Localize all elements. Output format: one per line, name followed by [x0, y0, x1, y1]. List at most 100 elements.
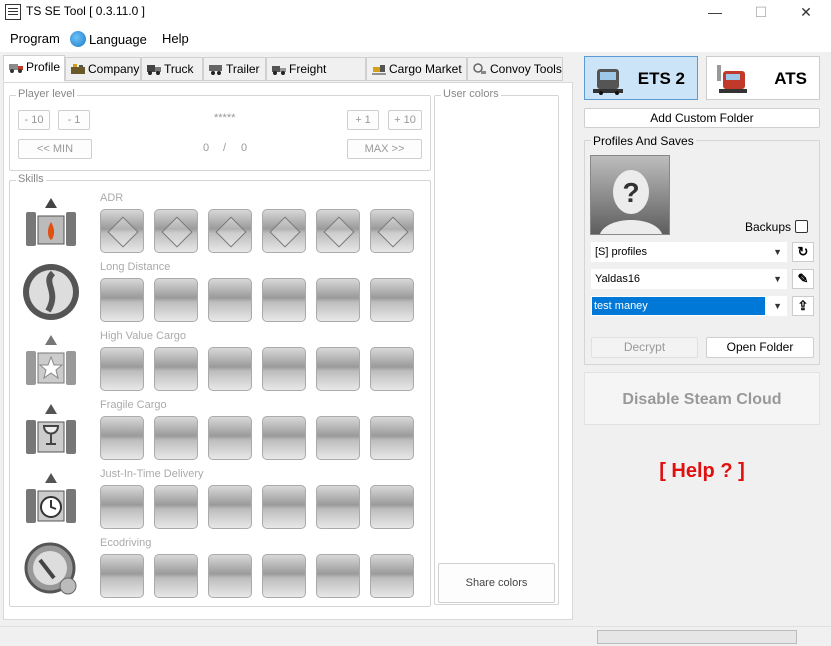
tab-truck[interactable]: Truck: [141, 57, 203, 81]
skill-level-cell[interactable]: [316, 209, 360, 253]
profile-value: Yaldas16: [595, 273, 641, 285]
skill-level-cell[interactable]: [316, 554, 360, 598]
ecodriving-skill-icon: [24, 542, 77, 595]
save-select[interactable]: test maney ▼: [591, 296, 787, 316]
status-bar: [0, 626, 831, 646]
skill-level-cell[interactable]: [316, 278, 360, 322]
edit-profile-button[interactable]: ✎: [792, 269, 814, 289]
player-level-label: Player level: [16, 88, 77, 100]
disable-steam-cloud-button[interactable]: Disable Steam Cloud: [584, 372, 820, 425]
close-button[interactable]: ✕: [783, 0, 829, 25]
add-custom-folder-button[interactable]: Add Custom Folder: [584, 108, 820, 128]
skill-level-cell[interactable]: [316, 416, 360, 460]
skill-level-cell[interactable]: [154, 554, 198, 598]
menu-language-label: Language: [89, 32, 147, 47]
skills-group: Skills ADR Long Distance High Value Carg…: [9, 173, 431, 607]
skill-level-cell[interactable]: [208, 209, 252, 253]
skill-level-cell[interactable]: [262, 416, 306, 460]
tab-trailer[interactable]: Trailer: [203, 57, 266, 81]
skill-level-cell[interactable]: [370, 209, 414, 253]
backups-checkbox[interactable]: [795, 220, 808, 233]
skill-level-cell[interactable]: [154, 209, 198, 253]
long-distance-skill-icon: [23, 264, 79, 320]
fragile-cargo-skill-icon: [26, 404, 76, 454]
level-min-button[interactable]: << MIN: [18, 139, 92, 159]
skill-level-cell[interactable]: [370, 554, 414, 598]
user-colors-label: User colors: [441, 88, 501, 100]
chevron-down-icon: ▼: [773, 301, 782, 311]
company-icon: [71, 64, 85, 74]
tab-convoy-tools[interactable]: Convoy Tools: [467, 57, 563, 81]
skill-level-cell[interactable]: [100, 347, 144, 391]
skill-level-cell[interactable]: [208, 416, 252, 460]
refresh-button[interactable]: ↻: [792, 242, 814, 262]
skill-level-cell[interactable]: [100, 416, 144, 460]
menu-help[interactable]: Help: [162, 31, 189, 46]
level-plus-1-button[interactable]: + 1: [347, 110, 379, 130]
truck-icon: [147, 65, 161, 75]
profile-select[interactable]: Yaldas16 ▼: [591, 269, 787, 289]
level-stars: *****: [214, 112, 236, 124]
skill-title-fragile-cargo: Fragile Cargo: [100, 399, 167, 411]
help-link[interactable]: [ Help ? ]: [584, 460, 820, 483]
skill-level-cell[interactable]: [208, 347, 252, 391]
share-colors-button[interactable]: Share colors: [438, 563, 555, 603]
profiles-and-saves-label: Profiles And Saves: [591, 134, 696, 148]
app-icon: [5, 4, 21, 20]
skill-level-cell[interactable]: [208, 278, 252, 322]
minimize-button[interactable]: —: [692, 0, 738, 25]
menu-language[interactable]: Language: [70, 31, 147, 47]
skill-level-cell[interactable]: [100, 554, 144, 598]
skill-level-cell[interactable]: [262, 554, 306, 598]
chevron-down-icon: ▼: [773, 247, 782, 257]
menu-program[interactable]: Program: [10, 31, 60, 46]
level-minus-1-button[interactable]: - 1: [58, 110, 90, 130]
skill-level-cell[interactable]: [262, 485, 306, 529]
skill-level-cell[interactable]: [316, 347, 360, 391]
tab-company[interactable]: Company: [65, 57, 141, 81]
maximize-button[interactable]: ☐: [738, 0, 784, 25]
skill-level-cell[interactable]: [370, 416, 414, 460]
level-minus-10-button[interactable]: - 10: [18, 110, 50, 130]
export-save-button[interactable]: ⇪: [792, 296, 814, 316]
skill-level-cell[interactable]: [208, 485, 252, 529]
skill-level-cell[interactable]: [154, 278, 198, 322]
tab-label: Truck: [164, 62, 194, 76]
skill-level-cell[interactable]: [154, 416, 198, 460]
tab-cargo-market[interactable]: Cargo Market: [366, 57, 467, 81]
tab-freight-market[interactable]: Freight Market: [266, 57, 366, 98]
globe-icon: [70, 31, 86, 47]
tab-label: Profile: [26, 60, 61, 74]
skill-level-cell[interactable]: [370, 485, 414, 529]
skill-level-cell[interactable]: [100, 209, 144, 253]
level-max-button[interactable]: MAX >>: [347, 139, 422, 159]
skill-level-cell[interactable]: [154, 485, 198, 529]
skill-level-cell[interactable]: [154, 347, 198, 391]
skill-level-cell[interactable]: [262, 209, 306, 253]
skill-title-long-distance: Long Distance: [100, 261, 171, 273]
chevron-down-icon: ▼: [773, 274, 782, 284]
high-value-cargo-skill-icon: [26, 335, 76, 385]
adr-skill-icon: [26, 198, 76, 246]
ets2-game-button[interactable]: ETS 2: [584, 56, 698, 100]
skill-level-cell[interactable]: [370, 278, 414, 322]
skill-level-cell[interactable]: [316, 485, 360, 529]
edit-icon: ✎: [797, 271, 809, 286]
level-plus-10-button[interactable]: + 10: [388, 110, 422, 130]
tab-profile[interactable]: Profile: [3, 55, 65, 82]
skill-level-cell[interactable]: [370, 347, 414, 391]
xp-current: 0: [203, 142, 210, 154]
skill-level-cell[interactable]: [208, 554, 252, 598]
progress-bar: [597, 630, 797, 644]
skill-title-ecodriving: Ecodriving: [100, 537, 152, 549]
skill-level-cell[interactable]: [100, 278, 144, 322]
skill-level-cell[interactable]: [262, 278, 306, 322]
ats-game-button[interactable]: ATS: [706, 56, 820, 100]
tab-label: Trailer: [226, 62, 260, 76]
skill-level-cell[interactable]: [100, 485, 144, 529]
cargo-market-icon: [372, 65, 386, 75]
open-folder-button[interactable]: Open Folder: [706, 337, 814, 358]
skill-level-cell[interactable]: [262, 347, 306, 391]
decrypt-button[interactable]: Decrypt: [591, 337, 698, 358]
profile-source-select[interactable]: [S] profiles ▼: [591, 242, 787, 262]
